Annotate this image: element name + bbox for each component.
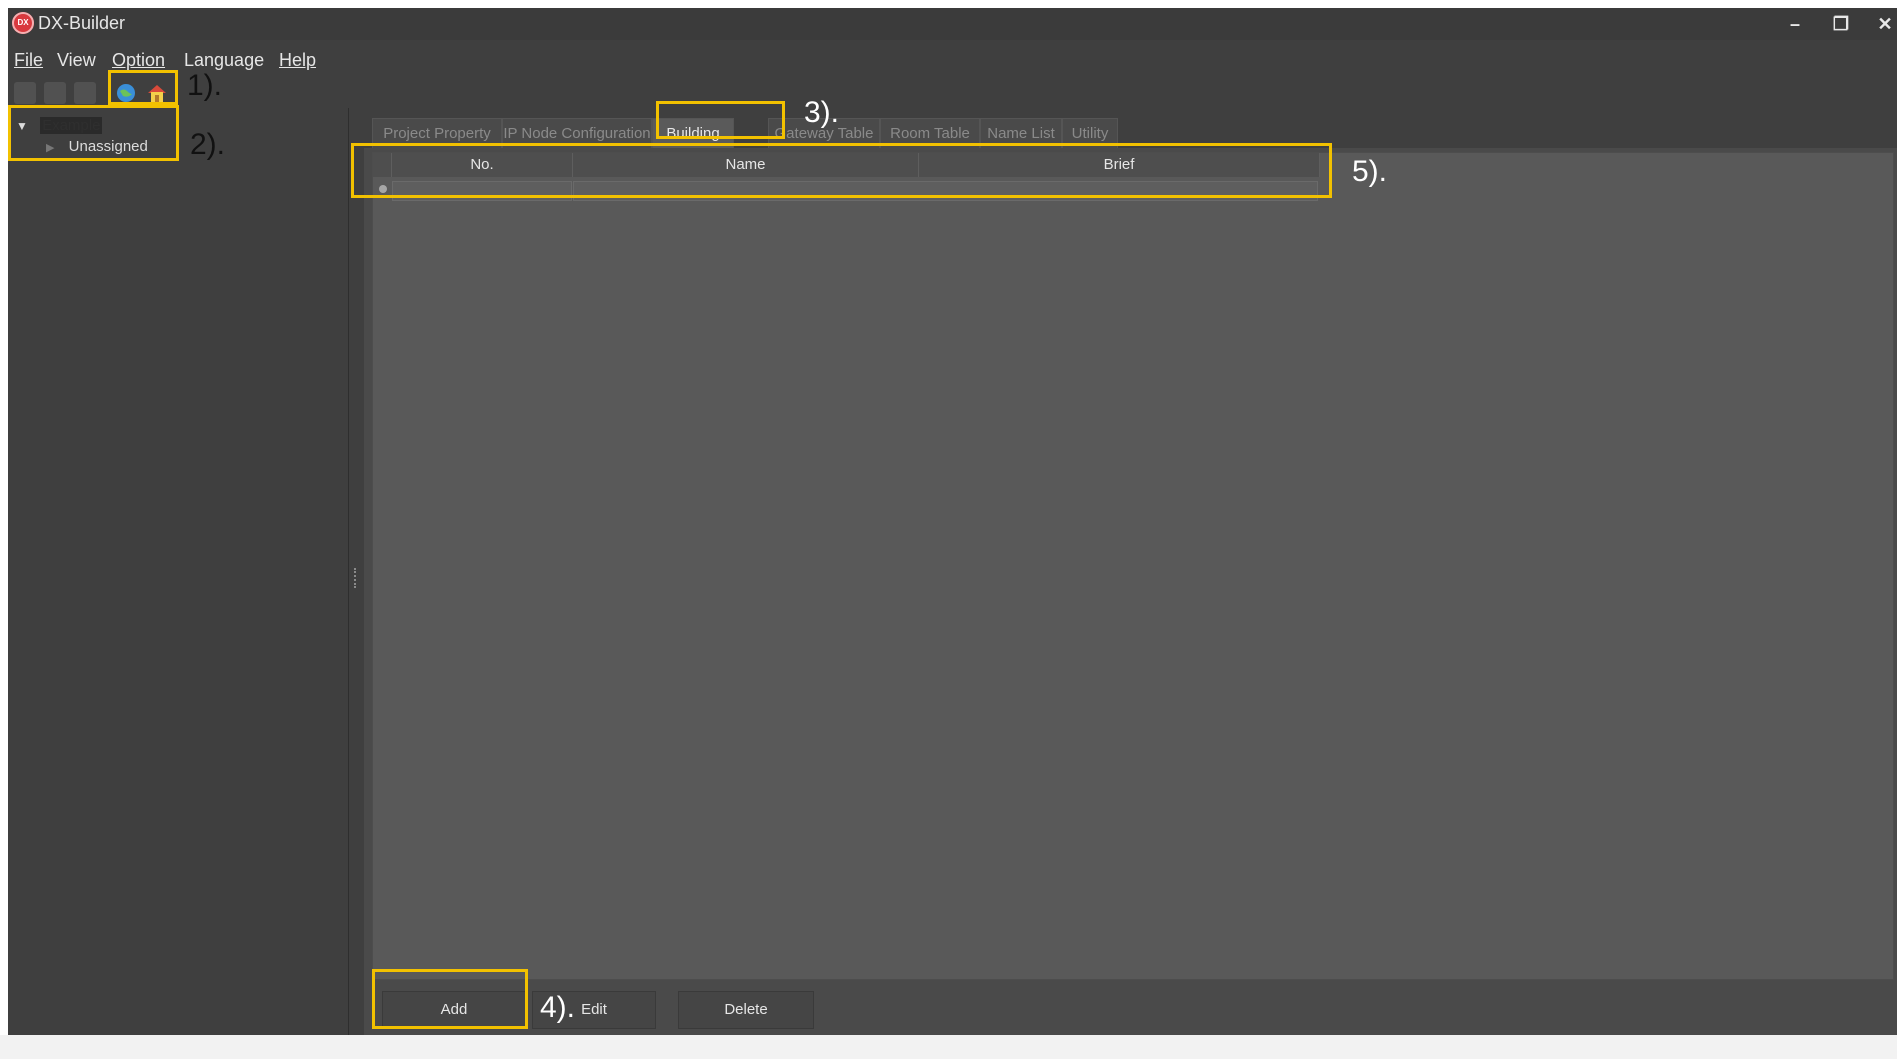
tree-root-node[interactable]: ▼ Example	[16, 116, 103, 136]
app-logo-icon: DX	[12, 12, 34, 34]
building-tab-content: No. Name Brief Add Edit Delete	[364, 148, 1897, 1043]
menu-option[interactable]: Option	[112, 46, 165, 74]
open-folder-icon[interactable]	[44, 82, 66, 104]
minimize-button[interactable]: –	[1777, 12, 1813, 36]
annotation-4: 4).	[540, 991, 576, 1024]
restore-button[interactable]: ❐	[1823, 12, 1859, 36]
menu-help-label: Help	[279, 50, 317, 70]
tree-root-label: Example	[40, 117, 103, 134]
menu-option-label: Option	[112, 50, 166, 70]
column-header-brief[interactable]: Brief	[919, 153, 1320, 177]
cell-name[interactable]	[573, 181, 1318, 201]
column-header-name[interactable]: Name	[573, 153, 919, 177]
app-window: DX DX-Builder – ❐ ✕ File View Option Lan…	[8, 8, 1897, 1043]
panel-splitter[interactable]	[354, 568, 360, 588]
home-icon[interactable]	[146, 82, 168, 104]
tab-building[interactable]: Building	[652, 118, 734, 149]
menu-help[interactable]: Help	[279, 46, 316, 74]
window-title: DX-Builder	[38, 13, 126, 33]
annotation-3: 3).	[804, 96, 840, 129]
annotation-2: 2).	[190, 128, 226, 161]
menu-language-label: Language	[184, 50, 265, 70]
tab-ip-node-configuration[interactable]: IP Node Configuration	[502, 118, 652, 149]
building-grid: No. Name Brief	[372, 152, 1894, 980]
table-row[interactable]	[373, 179, 1323, 201]
tree-child-node[interactable]: ▶ Unassigned	[46, 137, 148, 158]
menu-file[interactable]: File	[14, 46, 43, 74]
action-button-bar: Add Edit Delete	[372, 983, 1892, 1038]
add-button[interactable]: Add	[382, 991, 526, 1029]
delete-button[interactable]: Delete	[678, 991, 814, 1029]
close-button[interactable]: ✕	[1867, 12, 1897, 36]
tab-room-table[interactable]: Room Table	[880, 118, 980, 149]
status-bar	[0, 1035, 1897, 1059]
title-bar: DX DX-Builder – ❐ ✕	[8, 8, 1897, 40]
project-tree-panel: ▼ Example ▶ Unassigned	[8, 108, 349, 1043]
globe-icon[interactable]	[115, 82, 137, 104]
menu-view[interactable]: View	[57, 46, 96, 74]
tree-child-label: Unassigned	[68, 138, 148, 155]
toolbar	[8, 78, 348, 108]
row-indicator-header	[373, 153, 392, 177]
tab-utility[interactable]: Utility	[1062, 118, 1118, 149]
cell-no[interactable]	[392, 181, 572, 201]
new-file-icon[interactable]	[14, 82, 36, 104]
annotation-1: 1).	[187, 69, 223, 102]
menu-view-label: View	[57, 50, 96, 70]
column-header-no[interactable]: No.	[392, 153, 573, 177]
tab-name-list[interactable]: Name List	[980, 118, 1062, 149]
chevron-down-icon[interactable]: ▼	[16, 119, 28, 133]
annotation-5: 5).	[1352, 155, 1388, 188]
save-icon[interactable]	[74, 82, 96, 104]
menu-file-label: File	[14, 50, 44, 70]
row-indicator-icon	[379, 185, 387, 193]
chevron-right-icon: ▶	[46, 142, 55, 154]
tab-project-property[interactable]: Project Property	[372, 118, 502, 149]
